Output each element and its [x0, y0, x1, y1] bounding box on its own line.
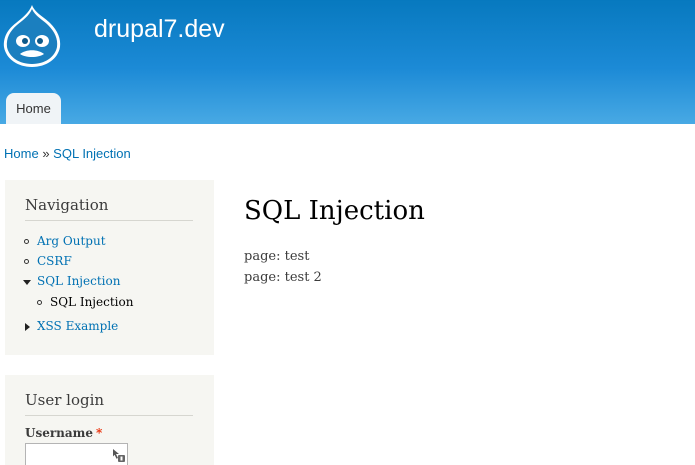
- content-line: page: test: [244, 249, 310, 264]
- username-label: Username *: [25, 426, 102, 440]
- autofill-key-icon[interactable]: [111, 448, 125, 462]
- breadcrumb-separator: »: [42, 146, 50, 161]
- user-login-block: User login Username *: [5, 375, 214, 465]
- nav-item-arg-output[interactable]: Arg Output: [37, 234, 106, 248]
- breadcrumb-current-link[interactable]: SQL Injection: [53, 146, 131, 161]
- required-mark: *: [96, 426, 103, 440]
- drupal-logo-icon[interactable]: [2, 3, 62, 69]
- content-line: page: test 2: [244, 270, 322, 285]
- nav-item-csrf[interactable]: CSRF: [37, 254, 72, 268]
- nav-item-sql-injection-active[interactable]: SQL Injection: [50, 295, 133, 309]
- nav-item-sql-injection[interactable]: SQL Injection: [37, 274, 120, 288]
- bullet-icon: [24, 239, 29, 244]
- site-name[interactable]: drupal7.dev: [94, 15, 225, 44]
- collapsed-arrow-icon: [25, 323, 30, 331]
- bullet-icon: [24, 259, 29, 264]
- tab-home[interactable]: Home: [6, 93, 61, 124]
- expanded-arrow-icon: [23, 280, 31, 285]
- navigation-block: Navigation Arg Output CSRF SQL Injection…: [5, 180, 214, 355]
- breadcrumb-home-link[interactable]: Home: [4, 146, 39, 161]
- user-login-title: User login: [25, 391, 193, 416]
- bullet-icon: [37, 300, 42, 305]
- navigation-title: Navigation: [25, 196, 193, 221]
- username-label-text: Username: [25, 426, 94, 440]
- nav-item-xss-example[interactable]: XSS Example: [37, 319, 118, 333]
- page-title: SQL Injection: [244, 196, 425, 226]
- breadcrumb: Home » SQL Injection: [4, 146, 131, 161]
- site-header: drupal7.dev Home: [0, 0, 695, 124]
